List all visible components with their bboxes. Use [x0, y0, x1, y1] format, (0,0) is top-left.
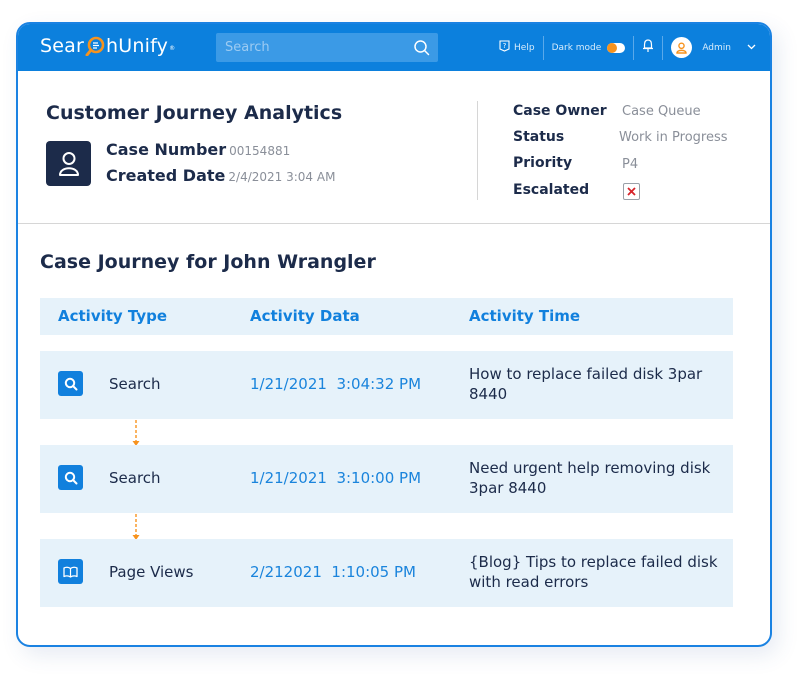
- user-menu[interactable]: Admin: [671, 37, 770, 58]
- search-icon: [58, 371, 83, 396]
- activity-time: How to replace failed disk 3par 8440: [469, 365, 703, 403]
- column-activity-data: Activity Data: [250, 307, 360, 325]
- created-date-value: 2/4/2021 3:04 AM: [228, 170, 336, 184]
- page-title: Customer Journey Analytics: [46, 102, 343, 124]
- priority-label: Priority: [513, 155, 573, 171]
- customer-avatar-icon: [46, 141, 91, 186]
- info-divider: [477, 101, 478, 200]
- column-activity-type: Activity Type: [58, 307, 168, 325]
- search-icon[interactable]: [413, 39, 430, 60]
- activity-data: 1/21/2021 3:04:32 PM: [250, 375, 422, 393]
- journey-row[interactable]: Search 1/21/2021 3:04:32 PM How to repla…: [40, 351, 733, 419]
- book-icon: [58, 559, 83, 584]
- activity-time: {Blog} Tips to replace failed disk with …: [469, 553, 718, 591]
- column-activity-time: Activity Time: [469, 307, 581, 325]
- user-avatar: [671, 37, 693, 58]
- activity-type: Page Views: [109, 563, 194, 581]
- activity-type: Search: [109, 375, 161, 393]
- close-icon: [627, 187, 636, 196]
- activity-data: 2/212021 1:10:05 PM: [250, 563, 416, 581]
- priority-value: P4: [622, 157, 639, 172]
- logo-text-end: hUnify: [106, 35, 169, 57]
- journey-table-header: Activity Type Activity Data Activity Tim…: [40, 298, 733, 335]
- status-label: Status: [513, 129, 565, 145]
- svg-text:?: ?: [503, 42, 507, 50]
- help-icon: ?: [499, 40, 510, 55]
- journey-title: Case Journey for John Wrangler: [40, 251, 376, 273]
- logo-magnifier-icon: [85, 36, 105, 57]
- dark-mode-toggle[interactable]: [607, 42, 626, 53]
- logo-trademark: ®: [169, 44, 176, 52]
- search-icon: [58, 465, 83, 490]
- logo-text-start: Sear: [40, 35, 85, 57]
- case-journey-card: Sear hUnify ® Search ? Help Dark mode Ad…: [16, 22, 772, 647]
- escalated-checkbox[interactable]: [623, 183, 640, 200]
- top-navigation-bar: Sear hUnify ® Search ? Help Dark mode Ad…: [18, 24, 770, 71]
- dark-mode-toggle-group: Dark mode: [551, 42, 626, 53]
- chevron-down-icon[interactable]: [747, 43, 756, 53]
- created-date: Created Date 2/4/2021 3:04 AM: [106, 166, 335, 185]
- bell-icon[interactable]: [642, 39, 654, 56]
- top-nav-actions: ? Help Dark mode Admin: [499, 24, 770, 71]
- dark-mode-label: Dark mode: [551, 42, 602, 53]
- nav-divider: [542, 35, 544, 60]
- escalated-label: Escalated: [513, 182, 590, 198]
- search-bar: [216, 33, 438, 62]
- user-name: Admin: [702, 42, 731, 53]
- case-owner-value: Case Queue: [622, 104, 701, 119]
- case-number-value: 00154881: [229, 144, 291, 158]
- activity-data: 1/21/2021 3:10:00 PM: [250, 469, 422, 487]
- journey-connector-arrow: [132, 420, 140, 446]
- case-number-label: Case Number: [106, 140, 227, 159]
- journey-row[interactable]: Search 1/21/2021 3:10:00 PM Need urgent …: [40, 445, 733, 513]
- created-date-label: Created Date: [106, 166, 226, 185]
- journey-connector-arrow: [132, 514, 140, 540]
- status-value: Work in Progress: [619, 130, 728, 145]
- searchunify-logo[interactable]: Sear hUnify ®: [40, 35, 175, 57]
- help-link[interactable]: ? Help: [499, 40, 535, 55]
- journey-row[interactable]: Page Views 2/212021 1:10:05 PM {Blog} Ti…: [40, 539, 733, 607]
- activity-time: Need urgent help removing disk 3par 8440: [469, 459, 711, 497]
- case-info-section: Customer Journey Analytics Case Number 00…: [18, 71, 770, 224]
- activity-type: Search: [109, 469, 161, 487]
- case-number: Case Number 00154881: [106, 140, 290, 159]
- nav-divider: [633, 35, 635, 60]
- search-input[interactable]: [216, 33, 406, 62]
- help-label: Help: [514, 42, 535, 53]
- nav-divider: [662, 35, 664, 60]
- case-owner-label: Case Owner: [513, 103, 607, 119]
